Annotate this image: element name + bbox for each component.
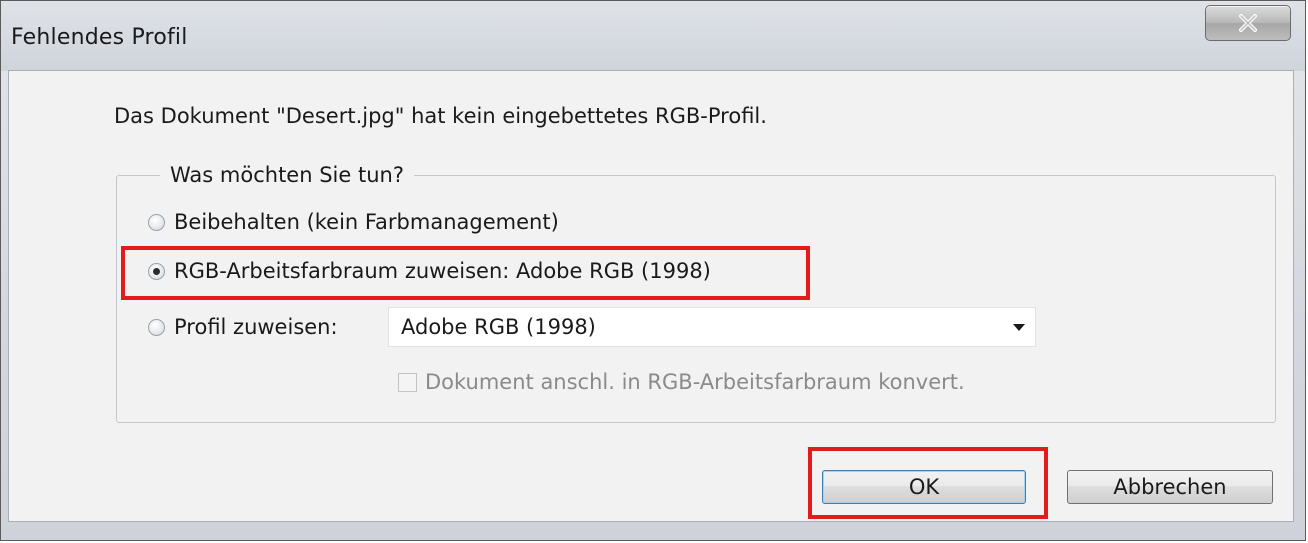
- cancel-button[interactable]: Abbrechen: [1067, 470, 1273, 504]
- option-assign-profile[interactable]: Profil zuweisen:: [148, 315, 338, 339]
- option-keep-label: Beibehalten (kein Farbmanagement): [174, 210, 559, 234]
- option-keep[interactable]: Beibehalten (kein Farbmanagement): [148, 210, 559, 234]
- option-assign-profile-label: Profil zuweisen:: [174, 315, 338, 339]
- close-button[interactable]: [1205, 5, 1291, 41]
- groupbox-title: Was möchten Sie tun?: [160, 163, 414, 187]
- convert-checkbox-row[interactable]: Dokument anschl. in RGB-Arbeitsfarbraum …: [398, 370, 965, 394]
- profile-select-value: Adobe RGB (1998): [401, 315, 596, 339]
- chevron-down-icon: [1013, 324, 1025, 331]
- convert-checkbox-label: Dokument anschl. in RGB-Arbeitsfarbraum …: [425, 370, 965, 394]
- profile-select[interactable]: Adobe RGB (1998): [388, 307, 1036, 347]
- title-bar[interactable]: Fehlendes Profil: [1, 1, 1305, 71]
- convert-checkbox[interactable]: [398, 372, 417, 392]
- radio-assign-profile[interactable]: [148, 318, 165, 336]
- message-text: Das Dokument "Desert.jpg" hat kein einge…: [114, 104, 767, 128]
- highlight-box-option: [121, 246, 810, 300]
- close-icon: [1237, 14, 1259, 32]
- highlight-box-ok: [808, 447, 1048, 519]
- dialog-title: Fehlendes Profil: [11, 25, 188, 50]
- radio-keep[interactable]: [148, 213, 165, 231]
